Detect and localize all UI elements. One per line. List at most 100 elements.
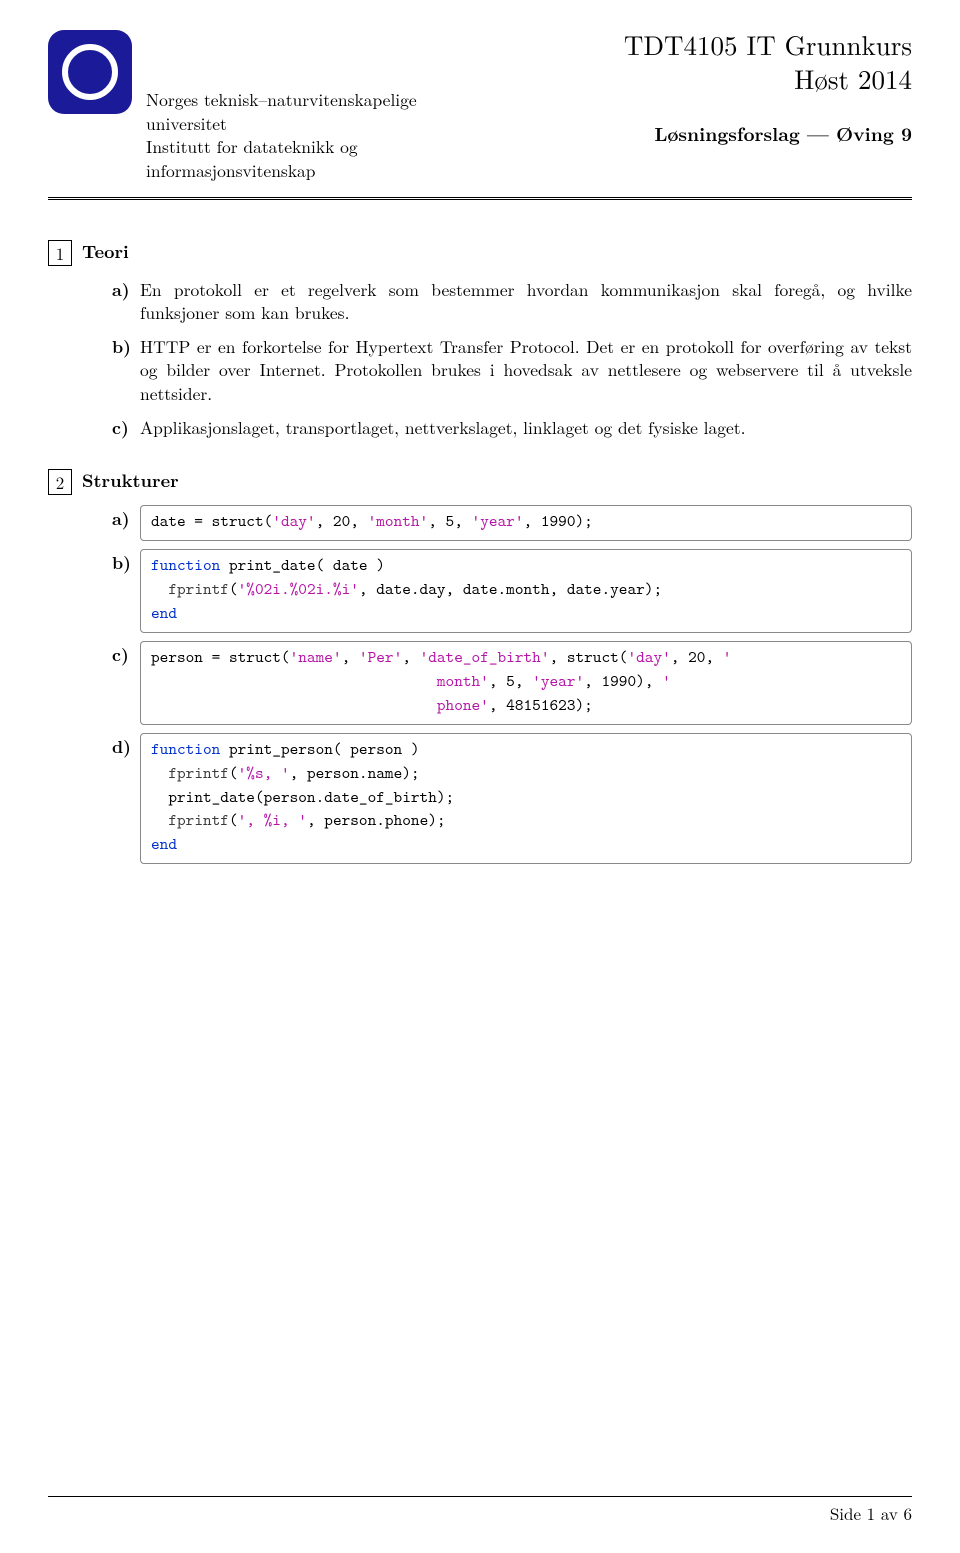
section-header: 1 Teori [48, 240, 912, 266]
code-string: phone' [437, 694, 489, 716]
code-keyword: end [151, 833, 177, 855]
code-string: 'date_of_birth' [420, 646, 550, 668]
page: Norges teknisk–naturvitenskapelige unive… [0, 0, 960, 1553]
code-text [151, 786, 168, 808]
code-block-b: function print_date( date ) fprintf('%02… [140, 549, 912, 633]
section-title: Strukturer [82, 469, 179, 493]
code-block-d: function print_person( person ) fprintf(… [140, 733, 912, 865]
institution-line: Norges teknisk–naturvitenskapelige [146, 88, 624, 112]
section-header: 2 Strukturer [48, 469, 912, 495]
institution-block: Norges teknisk–naturvitenskapelige unive… [146, 28, 624, 183]
item-label: a) [112, 507, 140, 541]
code-text: , 1990), [584, 670, 662, 692]
code-text: , person.phone); [307, 809, 446, 831]
code-keyword: function [151, 554, 220, 576]
code-string: 'day' [627, 646, 670, 668]
code-text: print_date( date ) [220, 554, 385, 576]
code-text: ( [229, 578, 238, 600]
code-text: date = struct( [151, 510, 272, 532]
code-string: 'name' [290, 646, 342, 668]
item-list: a) date = struct('day', 20, 'month', 5, … [48, 507, 912, 864]
section-number-box: 1 [48, 240, 72, 266]
code-text: , date.day, date.month, date.year); [359, 578, 662, 600]
code-builtin: fprintf [168, 762, 229, 784]
semester: Høst 2014 [624, 62, 912, 96]
section-title: Teori [82, 240, 129, 264]
code-builtin: fprintf [168, 809, 229, 831]
code-text: , 5, [428, 510, 471, 532]
item-body: date = struct('day', 20, 'month', 5, 'ye… [140, 507, 912, 541]
code-text: print_date(person.date_of_birth); [168, 786, 454, 808]
section-teori: 1 Teori a) En protokoll er et regelverk … [48, 240, 912, 440]
code-block-a: date = struct('day', 20, 'month', 5, 'ye… [140, 505, 912, 541]
code-text [151, 578, 168, 600]
item-a: a) En protokoll er et regelverk som best… [112, 278, 912, 325]
item-body: HTTP er en forkortelse for Hypertext Tra… [140, 335, 912, 406]
titles-block: TDT4105 IT Grunnkurs Høst 2014 Løsningsf… [624, 28, 912, 145]
item-b: b) HTTP er en forkortelse for Hypertext … [112, 335, 912, 406]
page-footer: Side 1 av 6 [48, 1496, 912, 1525]
item-label: b) [112, 551, 140, 633]
code-string: ' [662, 670, 671, 692]
item-body: En protokoll er et regelverk som bestemm… [140, 278, 912, 325]
section-number-box: 2 [48, 469, 72, 495]
code-text: ( [229, 762, 238, 784]
code-string: 'Per' [359, 646, 402, 668]
institution-line: universitet [146, 112, 624, 136]
code-text: , [402, 646, 419, 668]
code-text: , 5, [489, 670, 532, 692]
code-string: 'year' [532, 670, 584, 692]
item-label: a) [112, 278, 140, 325]
code-text [151, 694, 437, 716]
code-text: , struct( [550, 646, 628, 668]
code-string: '%s, ' [238, 762, 290, 784]
item-list: a) En protokoll er et regelverk som best… [48, 278, 912, 440]
code-text: , 48151623); [489, 694, 593, 716]
course-title: TDT4105 IT Grunnkurs [624, 28, 912, 62]
code-string: ', %i, ' [238, 809, 307, 831]
ntnu-logo-icon [48, 30, 132, 114]
code-text: ( [229, 809, 238, 831]
code-text: , 20, [671, 646, 723, 668]
logo-inner [62, 44, 118, 100]
item-label: c) [112, 416, 140, 440]
code-text [151, 670, 437, 692]
code-keyword: end [151, 602, 177, 624]
item-label: b) [112, 335, 140, 406]
item-c: c) Applikasjonslaget, transportlaget, ne… [112, 416, 912, 440]
item-body: function print_date( date ) fprintf('%02… [140, 551, 912, 633]
item-b: b) function print_date( date ) fprintf('… [112, 551, 912, 633]
item-label: d) [112, 735, 140, 865]
code-block-c: person = struct('name', 'Per', 'date_of_… [140, 641, 912, 725]
code-text: , 1990); [524, 510, 593, 532]
item-body: person = struct('name', 'Per', 'date_of_… [140, 643, 912, 725]
code-builtin: fprintf [168, 578, 229, 600]
page-number: Side 1 av 6 [830, 1501, 912, 1525]
code-string: 'month' [368, 510, 429, 532]
code-text: , 20, [316, 510, 368, 532]
code-text: , [342, 646, 359, 668]
item-d: d) function print_person( person ) fprin… [112, 735, 912, 865]
code-text [151, 809, 168, 831]
section-strukturer: 2 Strukturer a) date = struct('day', 20,… [48, 469, 912, 864]
item-body: function print_person( person ) fprintf(… [140, 735, 912, 865]
code-string: month' [437, 670, 489, 692]
item-a: a) date = struct('day', 20, 'month', 5, … [112, 507, 912, 541]
code-string: '%02i.%02i.%i' [238, 578, 359, 600]
code-text: print_person( person ) [220, 738, 419, 760]
assignment-subtitle: Løsningsforslag — Øving 9 [624, 122, 912, 146]
code-text: , person.name); [290, 762, 420, 784]
code-string: 'year' [472, 510, 524, 532]
item-c: c) person = struct('name', 'Per', 'date_… [112, 643, 912, 725]
header-row: Norges teknisk–naturvitenskapelige unive… [48, 28, 912, 183]
item-label: c) [112, 643, 140, 725]
code-text [151, 762, 168, 784]
code-string: ' [723, 646, 732, 668]
institution-line: informasjonsvitenskap [146, 159, 624, 183]
code-string: 'day' [272, 510, 315, 532]
item-body: Applikasjonslaget, transportlaget, nettv… [140, 416, 912, 440]
institution-line: Institutt for datateknikk og [146, 135, 624, 159]
header: Norges teknisk–naturvitenskapelige unive… [48, 28, 912, 200]
code-text: person = struct( [151, 646, 290, 668]
code-keyword: function [151, 738, 220, 760]
